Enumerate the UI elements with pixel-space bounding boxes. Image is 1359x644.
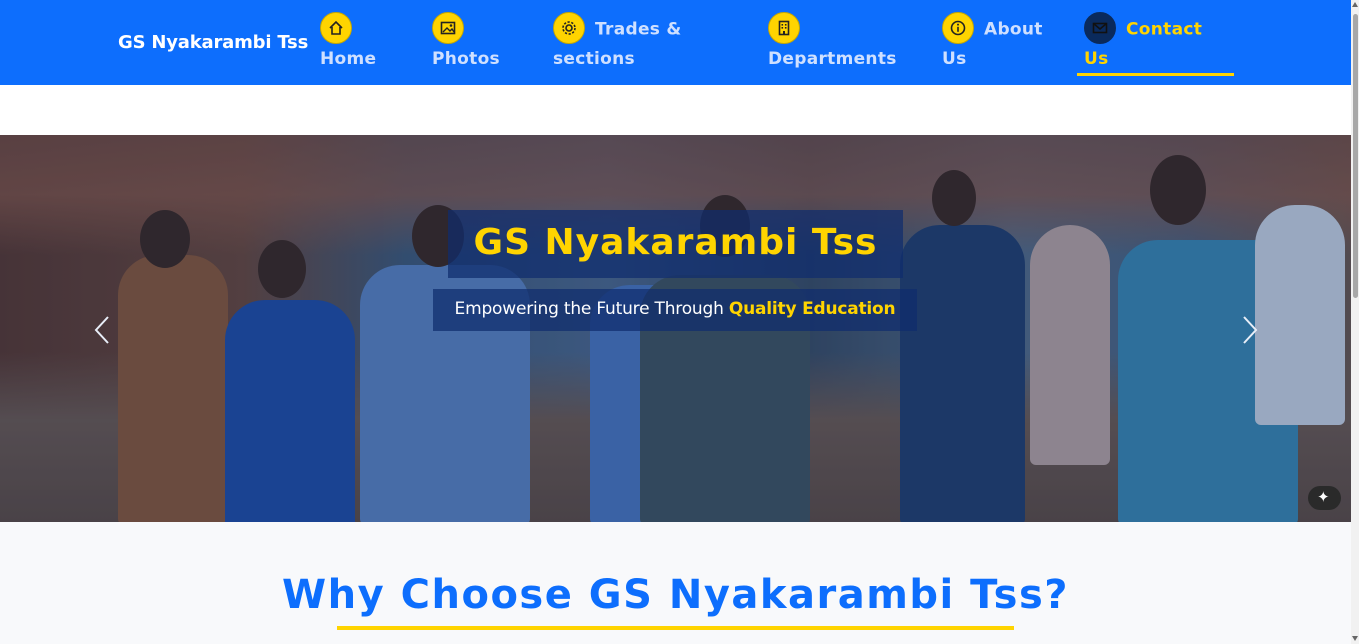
hero-carousel: GS Nyakarambi Tss Empowering the Future … — [0, 135, 1351, 522]
chevron-left-icon — [94, 316, 109, 344]
gear-icon — [553, 12, 585, 44]
scroll-up-arrow-icon[interactable] — [1352, 2, 1358, 7]
nav-item-departments[interactable]: Departments — [768, 12, 897, 74]
chevron-right-icon — [1243, 316, 1258, 344]
hero-subtitle-box: Empowering the Future Through Quality Ed… — [433, 289, 917, 331]
nav-item-contact-us[interactable]: Contact Us — [1084, 12, 1203, 74]
building-icon — [768, 12, 800, 44]
magic-edit-button[interactable]: ✦ — [1308, 486, 1341, 510]
nav-item-label-line1: About — [984, 19, 1043, 40]
magic-wand-icon: ✦ — [1317, 488, 1330, 506]
hero-title-box: GS Nyakarambi Tss — [448, 210, 903, 278]
brand-link[interactable]: GS Nyakarambi Tss — [118, 32, 308, 53]
nav-item-label-line1: Contact — [1126, 19, 1203, 40]
nav-item-label: Departments — [768, 49, 897, 69]
carousel-next-button[interactable] — [1238, 313, 1262, 347]
nav-item-label-line1: Trades & — [595, 19, 682, 40]
nav-item-label: Us — [1084, 49, 1109, 69]
nav-item-label: sections — [553, 49, 635, 69]
nav-item-trades-sections[interactable]: Trades & sections — [553, 12, 682, 74]
nav-item-about-us[interactable]: About Us — [942, 12, 1043, 74]
nav-item-home[interactable]: Home — [320, 12, 377, 74]
hero-subtitle-highlight: Quality Education — [728, 299, 896, 319]
active-nav-underline — [1077, 73, 1234, 76]
nav-item-label: Us — [942, 49, 967, 69]
why-heading-underline — [337, 626, 1014, 630]
scrollbar-thumb[interactable] — [1353, 14, 1358, 298]
hero-subtitle-text: Empowering the Future Through — [454, 299, 729, 319]
envelope-icon — [1084, 12, 1116, 44]
home-icon — [320, 12, 352, 44]
nav-item-photos[interactable]: Photos — [432, 12, 500, 74]
nav-item-label: Photos — [432, 49, 500, 69]
nav-item-label: Home — [320, 49, 377, 69]
scroll-down-arrow-icon[interactable] — [1352, 636, 1358, 641]
hero-subtitle: Empowering the Future Through Quality Ed… — [433, 299, 917, 319]
why-choose-section: Why Choose GS Nyakarambi Tss? — [0, 522, 1351, 644]
why-choose-heading: Why Choose GS Nyakarambi Tss? — [282, 572, 1069, 618]
image-icon — [432, 12, 464, 44]
info-icon — [942, 12, 974, 44]
carousel-prev-button[interactable] — [90, 313, 114, 347]
hero-title: GS Nyakarambi Tss — [473, 222, 878, 263]
navbar: GS Nyakarambi Tss Home Photos Trades & s… — [0, 0, 1351, 85]
